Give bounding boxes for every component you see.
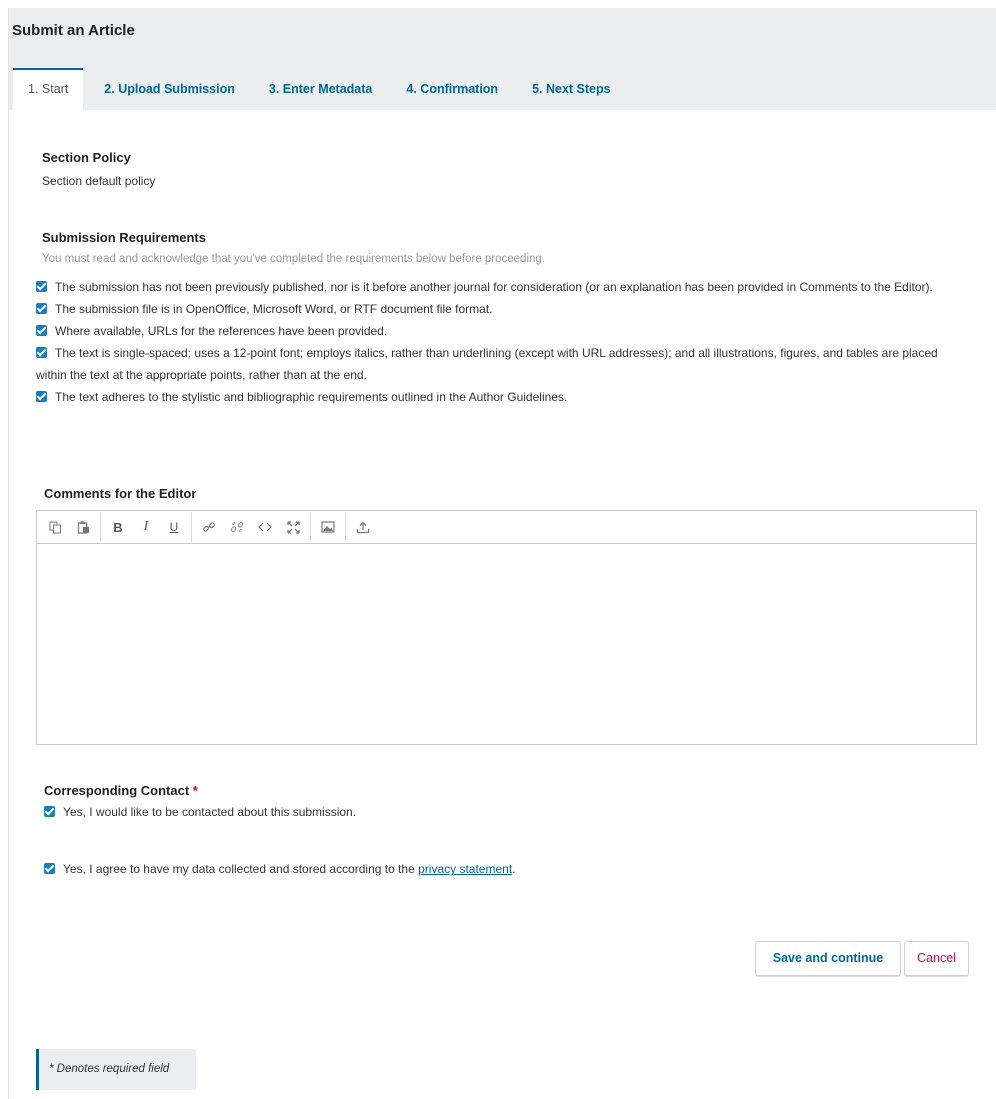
requirement-item: The text adheres to the stylistic and bi… — [36, 386, 966, 408]
save-and-continue-button[interactable]: Save and continue — [755, 941, 901, 976]
checkbox-checked-icon[interactable] — [44, 806, 55, 817]
privacy-consent-option: Yes, I agree to have my data collected a… — [44, 862, 516, 876]
code-icon[interactable] — [251, 512, 279, 542]
requirement-item: The text is single-spaced; uses a 12-poi… — [36, 346, 938, 382]
toolbar-divider — [191, 512, 192, 542]
image-icon[interactable] — [314, 512, 342, 542]
toolbar-divider — [310, 512, 311, 542]
checkbox-checked-icon[interactable] — [36, 325, 47, 336]
tab-start[interactable]: 1. Start — [13, 68, 84, 110]
comments-editor: B I U — [36, 510, 977, 745]
upload-icon[interactable] — [349, 512, 377, 542]
requirement-item: The submission file is in OpenOffice, Mi… — [36, 298, 966, 320]
section-policy-text: Section default policy — [42, 174, 156, 188]
underline-icon[interactable]: U — [160, 512, 188, 542]
checkbox-checked-icon[interactable] — [36, 281, 47, 292]
requirement-item: Where available, URLs for the references… — [36, 320, 966, 342]
editor-toolbar: B I U — [37, 511, 976, 544]
cancel-button[interactable]: Cancel — [904, 941, 969, 976]
corresponding-contact-heading: Corresponding Contact * — [44, 783, 198, 798]
checkbox-checked-icon[interactable] — [44, 863, 55, 874]
privacy-statement-link[interactable]: privacy statement — [418, 862, 512, 876]
comments-textarea[interactable] — [37, 544, 976, 744]
comments-heading: Comments for the Editor — [44, 486, 197, 501]
copy-icon[interactable] — [41, 512, 69, 542]
section-policy-heading: Section Policy — [42, 150, 131, 165]
requirements-checklist: The submission has not been previously p… — [36, 276, 966, 408]
wizard-tabs: 1. Start 2. Upload Submission 3. Enter M… — [13, 68, 626, 110]
page-header: Submit an Article 1. Start 2. Upload Sub… — [9, 8, 996, 110]
checkbox-checked-icon[interactable] — [36, 303, 47, 314]
toolbar-divider — [100, 512, 101, 542]
contact-consent-option: Yes, I would like to be contacted about … — [44, 805, 356, 819]
unlink-icon[interactable] — [223, 512, 251, 542]
submission-requirements-help: You must read and acknowledge that you'v… — [42, 253, 545, 265]
tab-next-steps[interactable]: 5. Next Steps — [517, 68, 626, 110]
tab-enter-metadata[interactable]: 3. Enter Metadata — [254, 68, 388, 110]
required-mark: * — [192, 783, 198, 798]
tab-confirmation[interactable]: 4. Confirmation — [391, 68, 513, 110]
link-icon[interactable] — [195, 512, 223, 542]
required-field-notice: * Denotes required field — [36, 1049, 196, 1090]
checkbox-checked-icon[interactable] — [36, 391, 47, 402]
checkbox-checked-icon[interactable] — [36, 347, 47, 358]
requirement-item: The submission has not been previously p… — [36, 276, 966, 298]
fullscreen-icon[interactable] — [279, 512, 307, 542]
paste-icon[interactable] — [69, 512, 97, 542]
page-title: Submit an Article — [12, 22, 135, 39]
italic-icon[interactable]: I — [132, 512, 160, 542]
tab-upload-submission[interactable]: 2. Upload Submission — [89, 68, 250, 110]
submission-requirements-heading: Submission Requirements — [42, 230, 206, 245]
toolbar-divider — [345, 512, 346, 542]
bold-icon[interactable]: B — [104, 512, 132, 542]
